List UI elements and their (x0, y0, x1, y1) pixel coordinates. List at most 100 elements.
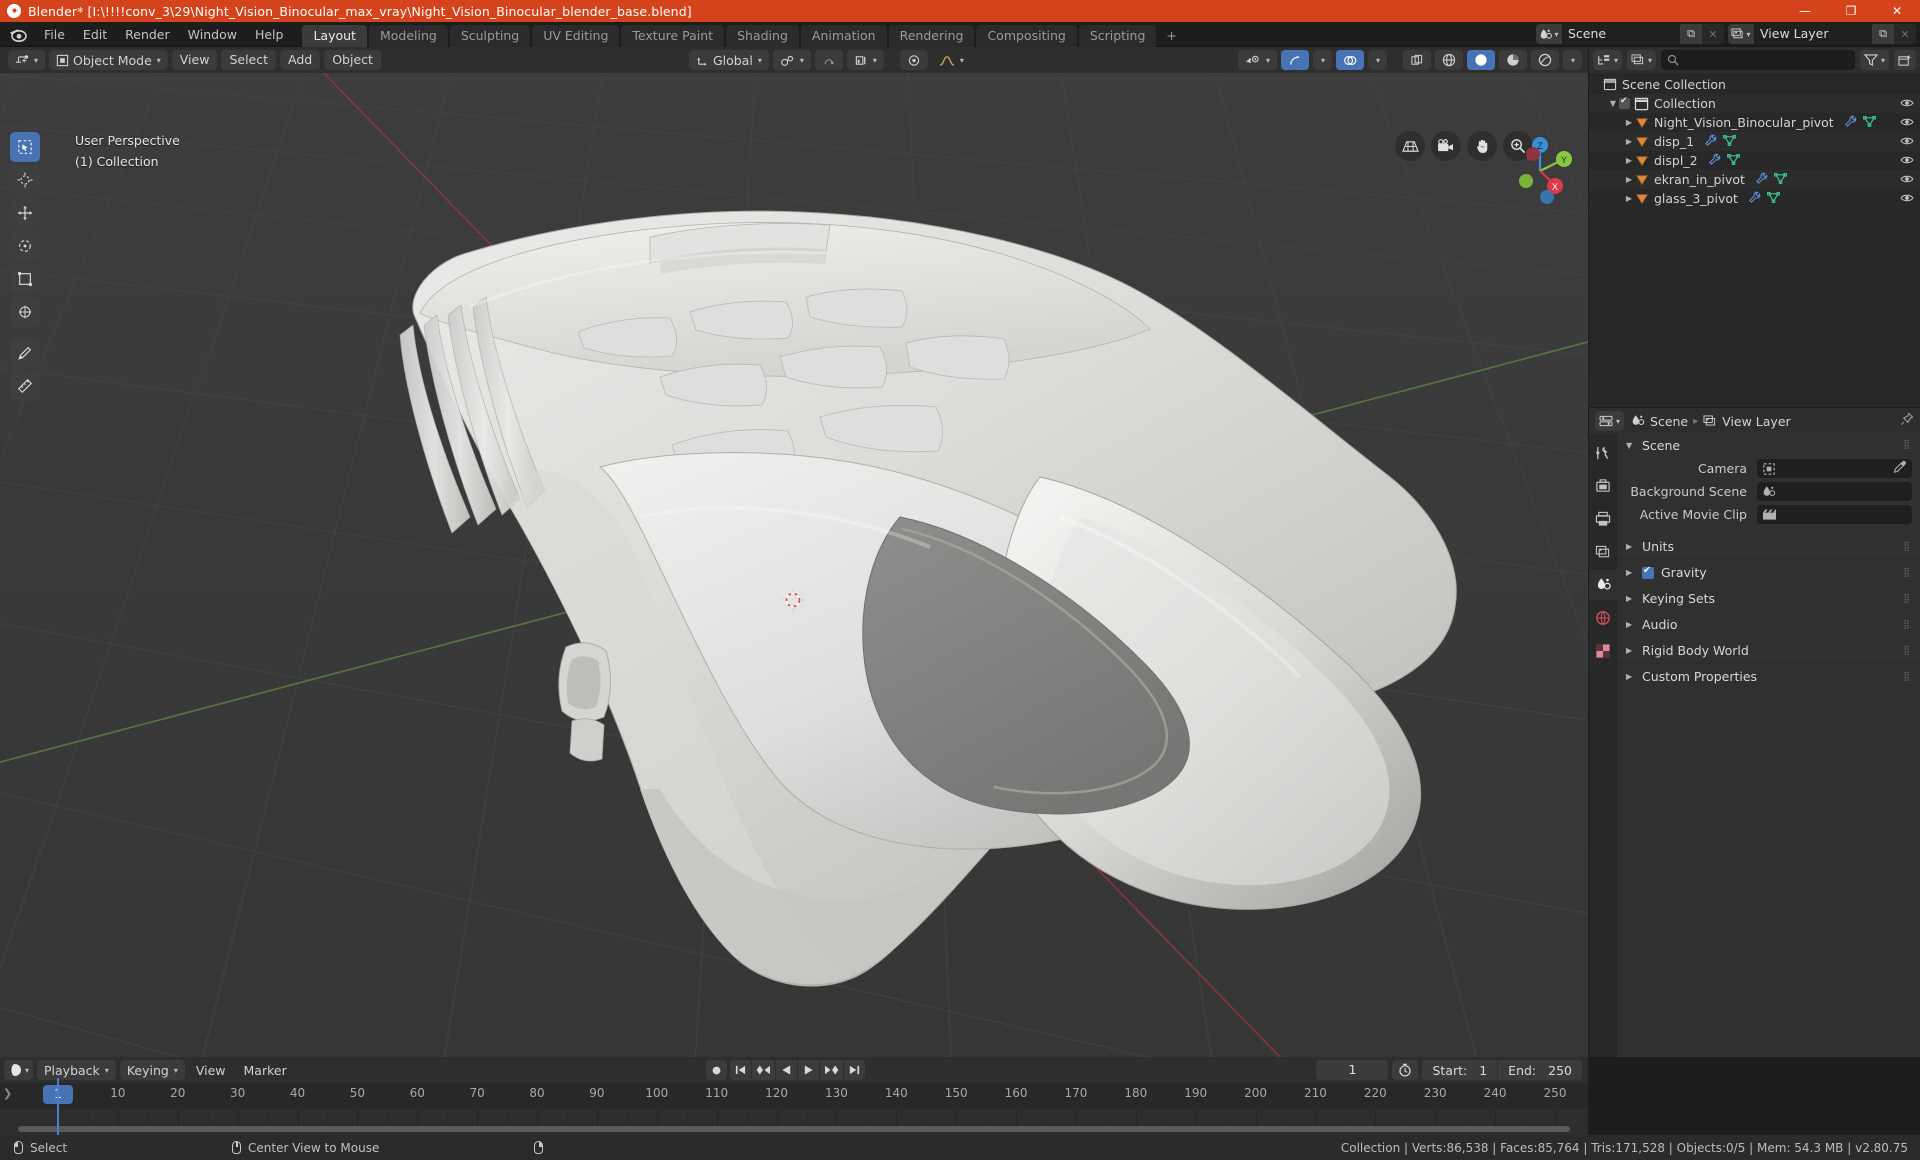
shading-options-dropdown[interactable]: ▾ (1563, 50, 1582, 70)
current-frame-input[interactable]: 1 (1316, 1060, 1388, 1080)
properties-tab-world[interactable] (1589, 603, 1617, 633)
menu-window[interactable]: Window (179, 24, 246, 45)
proportional-falloff-toggle[interactable] (900, 50, 928, 70)
blender-logo-icon[interactable] (8, 25, 30, 43)
scene-selector[interactable]: ▾ Scene ⧉ ✕ (1536, 24, 1724, 44)
filter-icon[interactable]: ▾ (1860, 50, 1889, 70)
properties-tab-view-layer[interactable] (1589, 537, 1617, 567)
record-button[interactable] (706, 1060, 727, 1080)
shading-rendered-button[interactable] (1531, 50, 1559, 70)
shading-material-button[interactable] (1499, 50, 1527, 70)
rotate-tool[interactable] (10, 231, 40, 261)
outliner-editor[interactable]: ▾ ▾ ▾ Scene Collection (1589, 47, 1920, 407)
timeline-editor[interactable]: ▾ Playback▾ Keying▾ View Marker (0, 1057, 1588, 1135)
menu-render[interactable]: Render (116, 24, 179, 45)
show-overlays-toggle[interactable] (1336, 50, 1364, 70)
new-view-layer-button[interactable]: ⧉ (1872, 24, 1894, 44)
tab-shading[interactable]: Shading (726, 25, 799, 47)
tab-modeling[interactable]: Modeling (369, 25, 448, 47)
use-preview-range-icon[interactable] (1392, 1060, 1418, 1080)
outliner-row-object[interactable]: ▶ disp_1 (1589, 132, 1920, 151)
active-movie-clip-field[interactable] (1757, 505, 1912, 524)
timeline-ruler[interactable]: 1020304050607080901001101201301401501601… (0, 1083, 1588, 1109)
xray-toggle[interactable] (1403, 50, 1431, 70)
move-tool[interactable] (10, 198, 40, 228)
panel-keying-sets[interactable]: ▶ Keying Sets ⣿ (1617, 585, 1920, 611)
scale-tool[interactable] (10, 264, 40, 294)
mesh-data-icon[interactable] (1863, 115, 1876, 131)
visibility-eye-icon[interactable] (1900, 96, 1914, 111)
modifier-icon[interactable] (1844, 115, 1857, 131)
panel-drag-handle[interactable]: ⣿ (1903, 622, 1911, 628)
overlay-options-dropdown[interactable]: ▾ (1368, 50, 1387, 70)
jump-to-start-button[interactable] (730, 1060, 751, 1080)
modifier-icon[interactable] (1755, 172, 1768, 188)
end-frame-field[interactable]: End: 250 (1498, 1060, 1582, 1080)
properties-editor-type-selector[interactable]: ▾ (1595, 411, 1624, 431)
new-collection-button[interactable] (1894, 50, 1916, 70)
panel-drag-handle[interactable]: ⣿ (1903, 674, 1911, 680)
disclosure-triangle-icon[interactable]: ▼ (1607, 99, 1619, 108)
play-button[interactable] (798, 1060, 819, 1080)
pin-id-icon[interactable] (1900, 412, 1914, 430)
outliner-row-object[interactable]: ▶ glass_3_pivot (1589, 189, 1920, 208)
background-scene-field[interactable] (1757, 482, 1912, 501)
visibility-eye-icon[interactable] (1900, 191, 1914, 206)
viewport-menu-view[interactable]: View (172, 50, 218, 70)
start-frame-field[interactable]: Start: 1 (1422, 1060, 1497, 1080)
viewport-menu-select[interactable]: Select (221, 50, 276, 70)
shading-solid-button[interactable] (1467, 50, 1495, 70)
select-box-tool[interactable] (10, 132, 40, 162)
visibility-eye-icon[interactable] (1900, 115, 1914, 130)
outliner-search-input[interactable] (1661, 50, 1855, 70)
panel-audio[interactable]: ▶ Audio ⣿ (1617, 611, 1920, 637)
panel-gravity[interactable]: ▶ Gravity ⣿ (1617, 559, 1920, 585)
proportional-editing-toggle[interactable] (815, 50, 843, 70)
properties-tab-scene[interactable] (1589, 570, 1617, 600)
maximize-button[interactable]: ❐ (1828, 0, 1874, 22)
outliner-row-object[interactable]: ▶ displ_2 (1589, 151, 1920, 170)
modifier-icon[interactable] (1748, 191, 1761, 207)
night-vision-binocular-model[interactable] (0, 47, 1588, 1057)
panel-drag-handle[interactable]: ⣿ (1903, 596, 1911, 602)
tab-uv-editing[interactable]: UV Editing (532, 25, 619, 47)
gravity-checkbox[interactable] (1642, 567, 1654, 579)
mesh-data-icon[interactable] (1727, 153, 1740, 169)
shading-wireframe-button[interactable] (1435, 50, 1463, 70)
unlink-view-layer-button[interactable]: ✕ (1894, 24, 1916, 44)
timeline-editor-type-selector[interactable]: ▾ (4, 1060, 33, 1080)
minimize-button[interactable]: — (1782, 0, 1828, 22)
transform-orientation-selector[interactable]: Global ▾ (689, 50, 769, 70)
transform-tool[interactable] (10, 297, 40, 327)
collection-checkbox[interactable] (1619, 98, 1630, 109)
properties-editor[interactable]: ▾ Scene ▸ View Layer (1589, 408, 1920, 1057)
close-button[interactable]: ✕ (1874, 0, 1920, 22)
disclosure-triangle-icon[interactable]: ▶ (1623, 156, 1635, 165)
outliner-editor-type-selector[interactable]: ▾ (1593, 50, 1622, 70)
play-reverse-button[interactable] (776, 1060, 797, 1080)
timeline-horizontal-scrollbar[interactable] (18, 1126, 1570, 1132)
prev-keyframe-button[interactable] (752, 1060, 775, 1080)
modifier-icon[interactable] (1708, 153, 1721, 169)
editor-type-selector[interactable]: ▾ (8, 50, 45, 70)
viewport-menu-object[interactable]: Object (324, 50, 381, 70)
outliner-display-mode-selector[interactable]: ▾ (1627, 50, 1656, 70)
scene-panel-header[interactable]: ▼ Scene ⣿ (1617, 434, 1920, 456)
disclosure-triangle-icon[interactable]: ▶ (1623, 194, 1635, 203)
menu-edit[interactable]: Edit (74, 24, 116, 45)
tab-animation[interactable]: Animation (801, 25, 887, 47)
tab-rendering[interactable]: Rendering (889, 25, 975, 47)
outliner-row-collection[interactable]: ▼ Collection (1589, 94, 1920, 113)
cursor-tool[interactable] (10, 165, 40, 195)
snap-target-selector[interactable]: ▾ (773, 50, 811, 70)
interaction-mode-selector[interactable]: Object Mode ▾ (49, 50, 168, 70)
gizmo-options-dropdown[interactable]: ▾ (1313, 50, 1332, 70)
camera-icon[interactable] (1431, 131, 1461, 161)
panel-drag-handle[interactable]: ⣿ (1903, 544, 1911, 550)
outliner-row-object[interactable]: ▶ Night_Vision_Binocular_pivot (1589, 113, 1920, 132)
measure-tool[interactable] (10, 371, 40, 401)
tab-layout[interactable]: Layout (302, 25, 367, 47)
unlink-scene-button[interactable]: ✕ (1702, 24, 1724, 44)
disclosure-triangle-icon[interactable]: ▶ (1623, 137, 1635, 146)
annotate-tool[interactable] (10, 338, 40, 368)
